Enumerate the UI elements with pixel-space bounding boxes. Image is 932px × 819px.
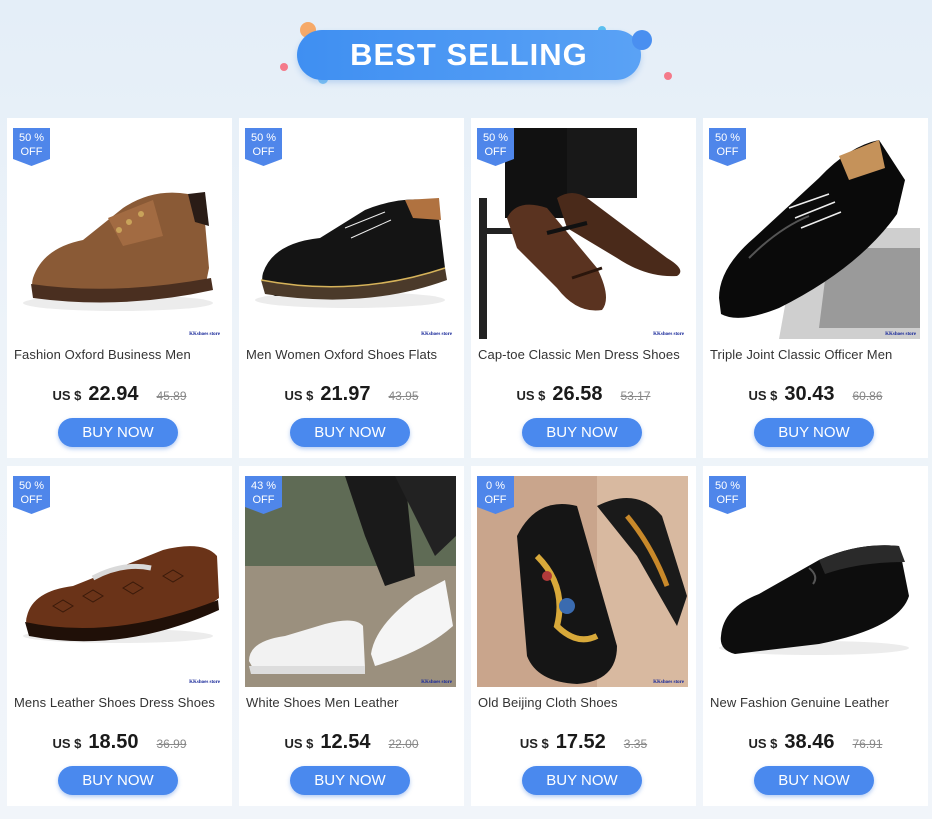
original-price: 3.35 [623, 737, 648, 751]
buy-now-button[interactable]: BUY NOW [754, 766, 874, 795]
section-title-pill: BEST SELLING [297, 30, 641, 80]
sale-price: 22.94 [88, 383, 139, 405]
price-row: US $ 21.97 43.95 [239, 383, 464, 406]
buy-now-button[interactable]: BUY NOW [290, 766, 410, 795]
best-selling-banner: BEST SELLING [0, 0, 932, 115]
discount-off-label: OFF [716, 146, 739, 158]
decor-dot [632, 30, 652, 50]
discount-percent: 50 % [482, 132, 509, 144]
product-card[interactable]: KKshoes store 50 % OFF Men Women Oxford … [239, 118, 464, 458]
decor-dot [664, 72, 672, 80]
product-card[interactable]: KKshoes store 50 % OFF Cap-toe Classic M… [471, 118, 696, 458]
original-price: 60.86 [852, 389, 883, 403]
discount-percent: 50 % [18, 480, 45, 492]
store-watermark: KKshoes store [653, 332, 684, 337]
original-price: 45.89 [156, 389, 187, 403]
product-title[interactable]: New Fashion Genuine Leather [710, 695, 924, 710]
discount-badge: 50 % OFF [13, 476, 50, 516]
product-title[interactable]: Fashion Oxford Business Men [14, 347, 228, 362]
product-title[interactable]: Mens Leather Shoes Dress Shoes [14, 695, 228, 710]
discount-off-label: OFF [20, 146, 43, 158]
discount-badge: 43 % OFF [245, 476, 282, 516]
decor-dot [280, 63, 288, 71]
sale-price: 26.58 [552, 383, 603, 405]
discount-percent: 50 % [18, 132, 45, 144]
discount-badge: 50 % OFF [13, 128, 50, 168]
store-watermark: KKshoes store [653, 680, 684, 685]
price-row: US $ 30.43 60.86 [703, 383, 928, 406]
discount-off-label: OFF [252, 146, 275, 158]
product-card[interactable]: KKshoes store 50 % OFF Fashion Oxford Bu… [7, 118, 232, 458]
buy-now-button[interactable]: BUY NOW [522, 766, 642, 795]
product-title[interactable]: Men Women Oxford Shoes Flats [246, 347, 460, 362]
sale-price: 12.54 [320, 731, 371, 753]
product-title[interactable]: Cap-toe Classic Men Dress Shoes [478, 347, 692, 362]
original-price: 76.91 [852, 737, 883, 751]
sale-price: 30.43 [784, 383, 835, 405]
currency-label: US $ [52, 388, 82, 403]
price-row: US $ 26.58 53.17 [471, 383, 696, 406]
currency-label: US $ [748, 736, 778, 751]
original-price: 43.95 [388, 389, 419, 403]
store-watermark: KKshoes store [189, 680, 220, 685]
discount-percent: 0 % [486, 480, 505, 492]
section-title: BEST SELLING [350, 37, 588, 72]
discount-off-label: OFF [716, 494, 739, 506]
currency-label: US $ [519, 736, 549, 751]
currency-label: US $ [748, 388, 778, 403]
discount-off-label: OFF [484, 146, 507, 158]
price-row: US $ 38.46 76.91 [703, 731, 928, 754]
original-price: 53.17 [620, 389, 651, 403]
store-watermark: KKshoes store [885, 332, 916, 337]
buy-now-button[interactable]: BUY NOW [522, 418, 642, 447]
store-watermark: KKshoes store [421, 680, 452, 685]
price-row: US $ 18.50 36.99 [7, 731, 232, 754]
discount-percent: 43 % [250, 480, 277, 492]
currency-label: US $ [516, 388, 546, 403]
product-card[interactable]: KKshoes store 50 % OFF Mens Leather Shoe… [7, 466, 232, 806]
discount-off-label: OFF [484, 494, 507, 506]
product-card[interactable]: KKshoes store 43 % OFF White Shoes Men L… [239, 466, 464, 806]
sale-price: 17.52 [555, 731, 606, 753]
discount-badge: 50 % OFF [477, 128, 514, 168]
store-watermark: KKshoes store [421, 332, 452, 337]
sale-price: 18.50 [88, 731, 139, 753]
currency-label: US $ [284, 388, 314, 403]
product-card[interactable]: KKshoes store 50 % OFF Triple Joint Clas… [703, 118, 928, 458]
buy-now-button[interactable]: BUY NOW [754, 418, 874, 447]
discount-badge: 50 % OFF [245, 128, 282, 168]
price-row: US $ 22.94 45.89 [7, 383, 232, 406]
price-row: US $ 12.54 22.00 [239, 731, 464, 754]
buy-now-button[interactable]: BUY NOW [58, 766, 178, 795]
product-title[interactable]: Triple Joint Classic Officer Men [710, 347, 924, 362]
product-title[interactable]: Old Beijing Cloth Shoes [478, 695, 692, 710]
currency-label: US $ [52, 736, 82, 751]
buy-now-button[interactable]: BUY NOW [290, 418, 410, 447]
sale-price: 21.97 [320, 383, 371, 405]
discount-percent: 50 % [714, 132, 741, 144]
discount-percent: 50 % [714, 480, 741, 492]
discount-badge: 0 % OFF [477, 476, 514, 516]
product-grid: KKshoes store 50 % OFF Fashion Oxford Bu… [7, 118, 928, 808]
discount-off-label: OFF [252, 494, 275, 506]
product-card[interactable]: 50 % OFF New Fashion Genuine Leather US … [703, 466, 928, 806]
sale-price: 38.46 [784, 731, 835, 753]
buy-now-button[interactable]: BUY NOW [58, 418, 178, 447]
store-watermark: KKshoes store [189, 332, 220, 337]
discount-badge: 50 % OFF [709, 128, 746, 168]
product-title[interactable]: White Shoes Men Leather [246, 695, 460, 710]
discount-badge: 50 % OFF [709, 476, 746, 516]
discount-off-label: OFF [20, 494, 43, 506]
currency-label: US $ [284, 736, 314, 751]
product-card[interactable]: KKshoes store 0 % OFF Old Beijing Cloth … [471, 466, 696, 806]
original-price: 36.99 [156, 737, 187, 751]
original-price: 22.00 [388, 737, 419, 751]
price-row: US $ 17.52 3.35 [471, 731, 696, 754]
discount-percent: 50 % [250, 132, 277, 144]
